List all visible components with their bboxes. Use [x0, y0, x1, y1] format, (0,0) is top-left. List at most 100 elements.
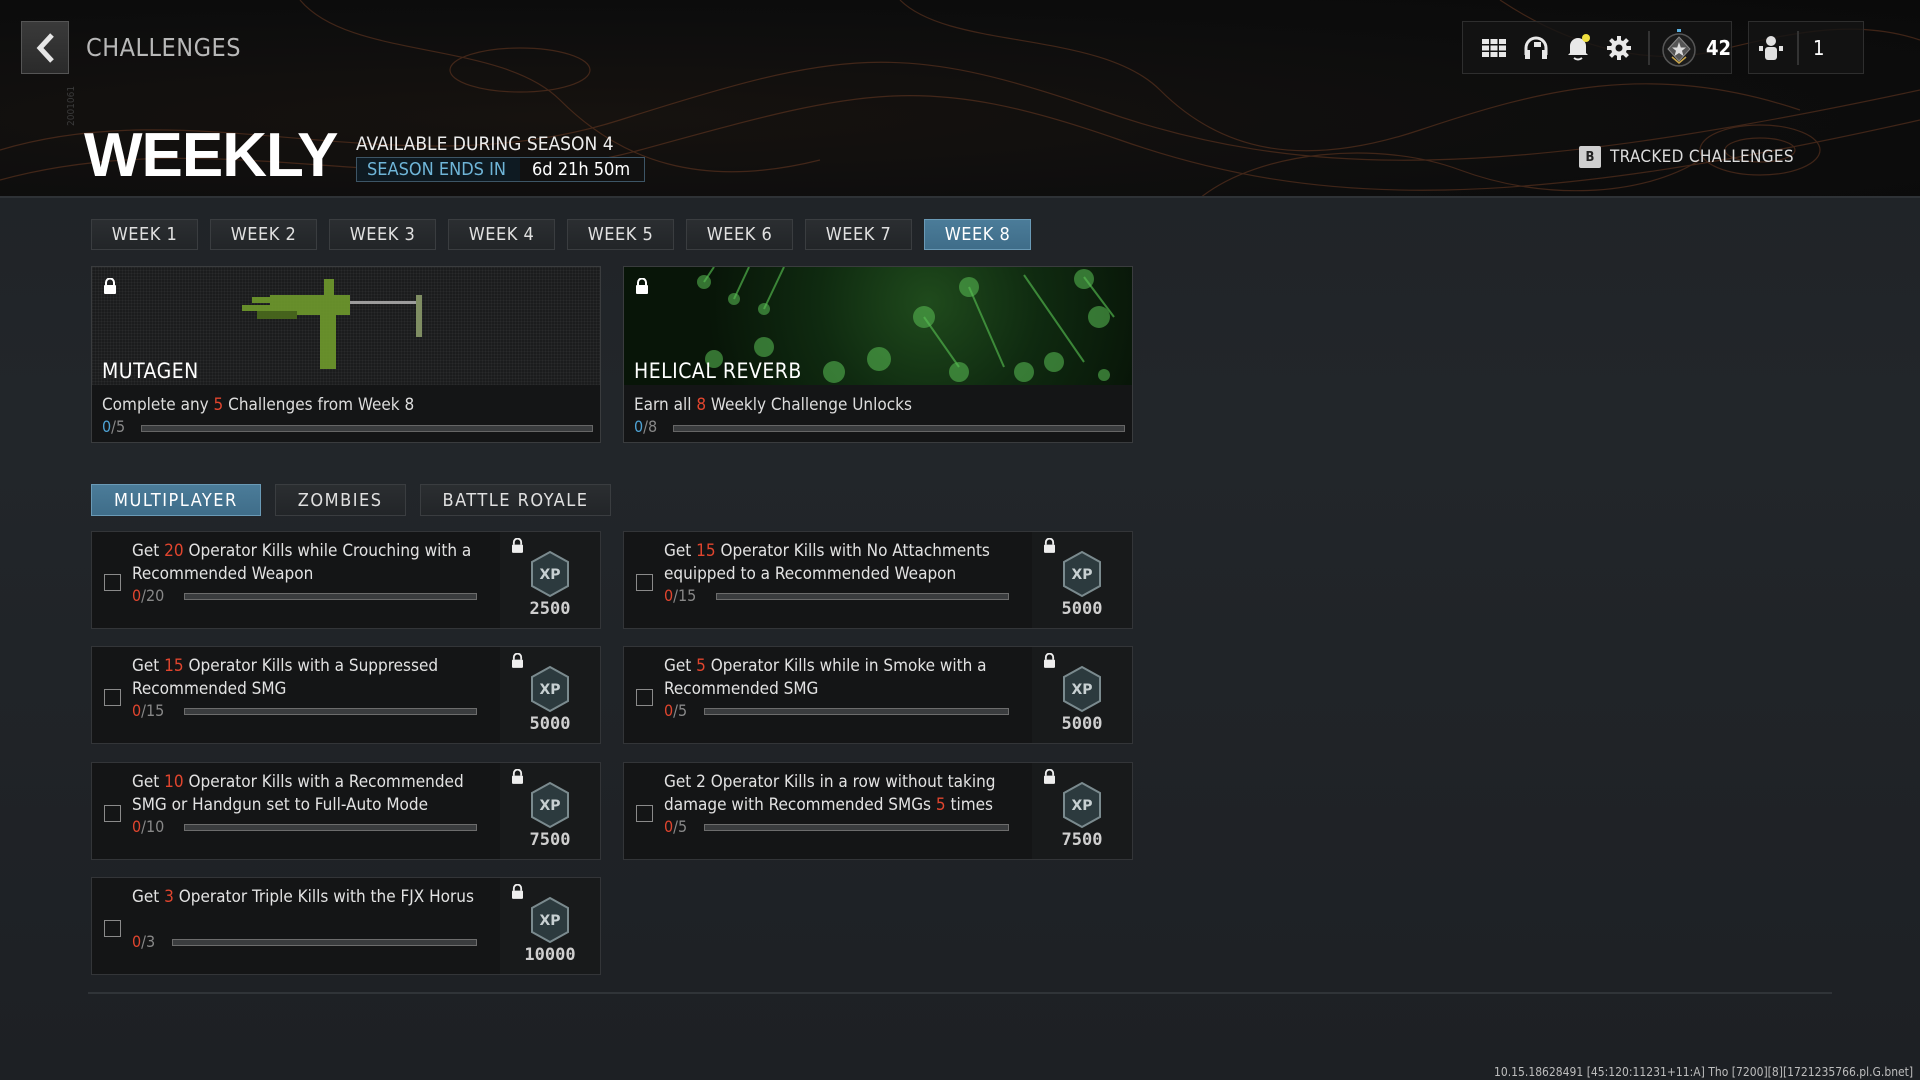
tab-week-5[interactable]: WEEK 5	[567, 219, 674, 250]
build-info: 10.15.18628491 [45:120:11231+11:A] Tho […	[1494, 1065, 1914, 1079]
key-b-icon: B	[1579, 146, 1601, 168]
xp-value: 10000	[524, 945, 576, 965]
notifications-button[interactable]	[1557, 26, 1599, 70]
challenge-card[interactable]: Get 15 Operator Kills with a Suppressed …	[91, 646, 601, 744]
tab-week-1[interactable]: WEEK 1	[91, 219, 198, 250]
reward-card-helical-reverb[interactable]: HELICAL REVERB Earn all 8 Weekly Challen…	[623, 266, 1133, 443]
season-timer: SEASON ENDS IN 6d 21h 50m	[356, 157, 646, 182]
xp-reward: XP 10000	[500, 878, 600, 974]
headset-icon	[1524, 36, 1548, 59]
challenge-card[interactable]: Get 15 Operator Kills with No Attachment…	[623, 531, 1133, 629]
challenge-progress-text: 0/15	[664, 586, 697, 605]
reward-name: HELICAL REVERB	[634, 359, 802, 383]
tab-week-3[interactable]: WEEK 3	[329, 219, 436, 250]
reward-progress-bar	[673, 425, 1125, 432]
rank-star-icon	[1662, 28, 1696, 67]
chevron-left-icon	[36, 32, 54, 63]
lock-icon	[1044, 652, 1055, 672]
notification-dot	[1582, 33, 1591, 42]
season-ends-label: SEASON ENDS IN	[367, 159, 506, 180]
svg-text:XP: XP	[1071, 567, 1092, 583]
challenge-progress-bar	[184, 593, 477, 600]
rank-value: 42	[1705, 35, 1732, 60]
settings-button[interactable]	[1598, 26, 1640, 70]
challenge-card[interactable]: Get 20 Operator Kills while Crouching wi…	[91, 531, 601, 629]
xp-badge-icon: XP	[528, 896, 572, 948]
tab-week-4[interactable]: WEEK 4	[448, 219, 555, 250]
tab-zombies[interactable]: ZOMBIES	[274, 484, 406, 516]
lock-icon	[512, 537, 523, 557]
challenge-description: Get 15 Operator Kills with a Suppressed …	[132, 656, 439, 699]
xp-badge-icon: XP	[1060, 665, 1104, 717]
track-checkbox[interactable]	[636, 689, 653, 706]
challenge-progress-bar	[716, 593, 1009, 600]
bottom-divider	[88, 992, 1832, 994]
grid-menu-button[interactable]	[1473, 26, 1515, 70]
xp-reward: XP 5000	[1032, 532, 1132, 628]
xp-reward: XP 5000	[500, 647, 600, 743]
lock-icon	[104, 277, 116, 298]
xp-reward: XP 2500	[500, 532, 600, 628]
lock-icon	[512, 768, 523, 788]
xp-badge-icon: XP	[528, 781, 572, 833]
challenge-description: Get 10 Operator Kills with a Recommended…	[132, 772, 464, 815]
hud-toolbar: 42	[1462, 21, 1732, 74]
challenge-progress-bar	[172, 939, 477, 946]
xp-badge-icon: XP	[1060, 550, 1104, 602]
rank-badge[interactable]	[1658, 26, 1700, 70]
challenge-card[interactable]: Get 5 Operator Kills while in Smoke with…	[623, 646, 1133, 744]
breadcrumb: CHALLENGES	[86, 33, 242, 62]
tracked-challenges-label: TRACKED CHALLENGES	[1610, 147, 1794, 167]
challenge-card[interactable]: Get 3 Operator Triple Kills with the FJX…	[91, 877, 601, 975]
svg-text:XP: XP	[1071, 798, 1092, 814]
lock-icon	[636, 277, 648, 298]
tab-week-2[interactable]: WEEK 2	[210, 219, 317, 250]
challenge-progress-text: 0/5	[664, 701, 688, 720]
hud-separator	[1648, 30, 1651, 65]
party-count: 1	[1813, 35, 1825, 60]
tab-multiplayer[interactable]: MULTIPLAYER	[91, 484, 261, 516]
headset-button[interactable]	[1515, 26, 1557, 70]
track-checkbox[interactable]	[104, 920, 121, 937]
challenge-card[interactable]: Get 2 Operator Kills in a row without ta…	[623, 762, 1133, 860]
tab-week-8[interactable]: WEEK 8	[924, 219, 1031, 250]
xp-value: 7500	[1061, 830, 1103, 850]
svg-text:XP: XP	[539, 567, 560, 583]
svg-text:XP: XP	[539, 913, 560, 929]
lock-icon	[512, 652, 523, 672]
track-checkbox[interactable]	[636, 805, 653, 822]
reward-description: Complete any 5 Challenges from Week 8	[102, 395, 415, 415]
svg-text:XP: XP	[539, 798, 560, 814]
tab-battle-royale[interactable]: BATTLE ROYALE	[419, 484, 612, 516]
xp-value: 5000	[1061, 599, 1103, 619]
tab-week-7[interactable]: WEEK 7	[805, 219, 912, 250]
challenge-progress-bar	[184, 824, 477, 831]
xp-value: 7500	[529, 830, 571, 850]
challenge-progress-text: 0/20	[132, 586, 165, 605]
availability-text: AVAILABLE DURING SEASON 4	[356, 133, 614, 155]
lock-icon	[1044, 537, 1055, 557]
challenge-progress-bar	[704, 708, 1009, 715]
reward-name: MUTAGEN	[102, 359, 199, 383]
lock-icon	[1044, 768, 1055, 788]
xp-badge-icon: XP	[1060, 781, 1104, 833]
track-checkbox[interactable]	[636, 574, 653, 591]
track-checkbox[interactable]	[104, 689, 121, 706]
xp-value: 2500	[529, 599, 571, 619]
mode-tabs: MULTIPLAYER ZOMBIES BATTLE ROYALE	[91, 484, 612, 516]
party-panel[interactable]: 1	[1748, 21, 1864, 74]
gear-icon	[1607, 35, 1632, 60]
challenge-description: Get 5 Operator Kills while in Smoke with…	[664, 656, 987, 699]
back-button[interactable]	[21, 21, 69, 74]
tab-week-6[interactable]: WEEK 6	[686, 219, 793, 250]
track-checkbox[interactable]	[104, 805, 121, 822]
reward-description: Earn all 8 Weekly Challenge Unlocks	[634, 395, 912, 415]
reward-card-mutagen[interactable]: MUTAGEN Complete any 5 Challenges from W…	[91, 266, 601, 443]
page-title: WEEKLY	[84, 121, 339, 190]
xp-reward: XP 5000	[1032, 647, 1132, 743]
challenge-card[interactable]: Get 10 Operator Kills with a Recommended…	[91, 762, 601, 860]
reward-progress-text: 0/5	[102, 417, 126, 436]
track-checkbox[interactable]	[104, 574, 121, 591]
lock-icon	[512, 883, 523, 903]
tracked-challenges-button[interactable]: B TRACKED CHALLENGES	[1579, 146, 1794, 168]
